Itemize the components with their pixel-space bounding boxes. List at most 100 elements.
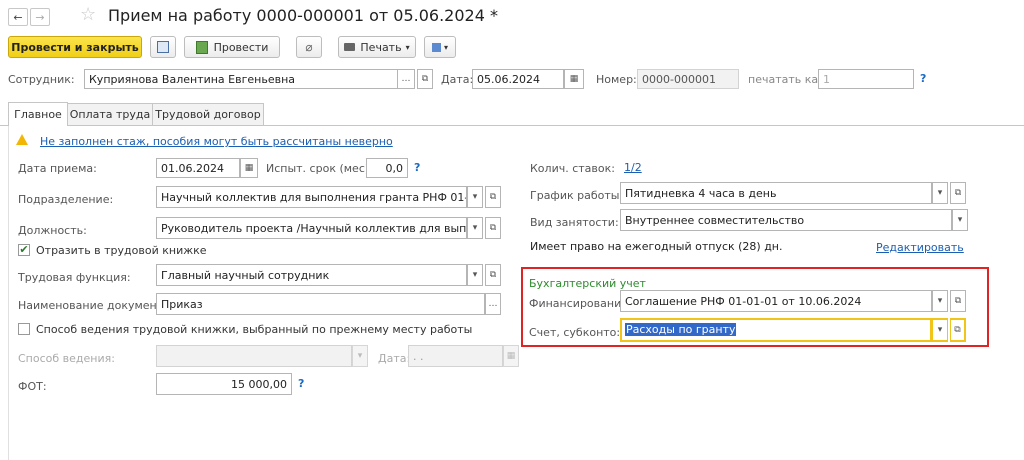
account-open-button[interactable]: ⧉ — [950, 318, 966, 342]
workbook-method-checkbox[interactable] — [18, 323, 30, 335]
position-label: Должность: — [18, 224, 87, 237]
back-button[interactable]: ← — [8, 8, 28, 26]
employment-dropdown-button[interactable]: ▾ — [952, 209, 968, 231]
doc-name-field[interactable]: Приказ — [156, 293, 485, 315]
save-button[interactable] — [150, 36, 176, 58]
chevron-down-icon: ▾ — [937, 188, 943, 198]
workbook-check-label: Отразить в трудовой книжке — [36, 244, 207, 257]
chevron-down-icon: ▾ — [472, 192, 478, 202]
fot-field[interactable]: 15 000,00 — [156, 373, 292, 395]
tab-payment[interactable]: Оплата труда — [67, 103, 153, 125]
method-label: Способ ведения: — [18, 352, 115, 365]
probation-label: Испыт. срок (мес): — [266, 162, 373, 175]
help-icon[interactable]: ? — [298, 377, 304, 390]
employee-field[interactable]: Куприянова Валентина Евгеньевна — [84, 69, 398, 89]
open-link-icon: ⧉ — [489, 270, 497, 280]
employee-open-button[interactable]: ⧉ — [417, 69, 433, 89]
calendar-icon: ▦ — [244, 163, 254, 173]
calendar-icon: ▦ — [506, 351, 516, 361]
method-date-calendar-button: ▦ — [503, 345, 519, 367]
edit-vacation-link[interactable]: Редактировать — [876, 241, 964, 254]
arrow-right-icon: → — [35, 10, 45, 24]
chevron-down-icon: ▾ — [443, 42, 448, 52]
position-dropdown-button[interactable]: ▾ — [467, 217, 483, 239]
hire-date-label: Дата приема: — [18, 162, 97, 175]
attach-button[interactable]: ⌀ — [296, 36, 322, 58]
accounting-title: Бухгалтерский учет — [529, 277, 646, 290]
open-link-icon: ⧉ — [421, 74, 429, 84]
chevron-down-icon: ▾ — [957, 215, 963, 225]
ellipsis-icon: … — [401, 74, 411, 84]
chevron-down-icon: ▾ — [937, 325, 943, 335]
tab-main[interactable]: Главное — [8, 102, 68, 126]
tab-labor-contract[interactable]: Трудовой договор — [152, 103, 264, 125]
create-based-on-icon — [431, 42, 441, 52]
schedule-dropdown-button[interactable]: ▾ — [932, 182, 948, 204]
date-calendar-button[interactable]: ▦ — [564, 69, 584, 89]
workbook-checkbox[interactable]: ✔ — [18, 244, 30, 256]
open-link-icon: ⧉ — [954, 188, 962, 198]
financing-open-button[interactable]: ⧉ — [950, 290, 966, 312]
form-left-border — [8, 125, 9, 460]
workbook-method-check-label: Способ ведения трудовой книжки, выбранны… — [36, 323, 473, 336]
department-open-button[interactable]: ⧉ — [485, 186, 501, 208]
print-as-label: печатать как: — [748, 73, 829, 86]
account-field[interactable]: Расходы по гранту — [620, 318, 932, 342]
create-based-on-button[interactable]: ▾ — [424, 36, 456, 58]
print-as-field[interactable]: 1 — [818, 69, 914, 89]
position-field[interactable]: Руководитель проекта /Научный коллектив … — [156, 217, 467, 239]
doc-name-select-button[interactable]: … — [485, 293, 501, 315]
schedule-field[interactable]: Пятидневка 4 часа в день — [620, 182, 932, 204]
number-label: Номер: — [596, 73, 637, 86]
financing-dropdown-button[interactable]: ▾ — [932, 290, 948, 312]
print-button[interactable]: Печать ▾ — [338, 36, 416, 58]
tab-panel-border — [0, 125, 1024, 126]
open-link-icon: ⧉ — [954, 325, 961, 335]
schedule-open-button[interactable]: ⧉ — [950, 182, 966, 204]
post-button-label: Провести — [213, 40, 269, 54]
probation-field[interactable]: 0,0 — [366, 158, 408, 178]
method-field — [156, 345, 352, 367]
labor-function-dropdown-button[interactable]: ▾ — [467, 264, 483, 286]
warning-icon — [16, 134, 28, 145]
department-field[interactable]: Научный коллектив для выполнения гранта … — [156, 186, 467, 208]
post-and-close-button[interactable]: Провести и закрыть — [8, 36, 142, 58]
open-link-icon: ⧉ — [489, 223, 497, 233]
calendar-icon: ▦ — [569, 74, 579, 84]
hire-date-field[interactable]: 01.06.2024 — [156, 158, 240, 178]
post-button[interactable]: Провести — [184, 36, 280, 58]
labor-function-field[interactable]: Главный научный сотрудник — [156, 264, 467, 286]
rates-link[interactable]: 1/2 — [624, 161, 642, 174]
ellipsis-icon: … — [488, 299, 498, 309]
favorite-star-icon[interactable]: ☆ — [80, 4, 96, 25]
help-icon[interactable]: ? — [920, 72, 926, 85]
employment-label: Вид занятости: — [530, 216, 619, 229]
employment-field[interactable]: Внутреннее совместительство — [620, 209, 952, 231]
hire-date-calendar-button[interactable]: ▦ — [240, 158, 258, 178]
department-dropdown-button[interactable]: ▾ — [467, 186, 483, 208]
forward-button[interactable]: → — [30, 8, 50, 26]
schedule-label: График работы: — [530, 189, 624, 202]
doc-name-label: Наименование документа: — [18, 299, 174, 312]
method-date-label: Дата: — [378, 352, 411, 365]
number-field: 0000-000001 — [637, 69, 739, 89]
employee-select-button[interactable]: … — [397, 69, 415, 89]
help-icon[interactable]: ? — [414, 161, 420, 174]
paperclip-icon: ⌀ — [305, 40, 313, 54]
fot-label: ФОТ: — [18, 380, 47, 393]
page-title: Прием на работу 0000-000001 от 05.06.202… — [108, 6, 498, 25]
account-selected-text: Расходы по гранту — [625, 323, 737, 336]
employee-label: Сотрудник: — [8, 73, 75, 86]
account-label: Счет, субконто: — [529, 326, 621, 339]
account-dropdown-button[interactable]: ▾ — [932, 318, 948, 342]
financing-field[interactable]: Соглашение РНФ 01-01-01 от 10.06.2024 — [620, 290, 932, 312]
method-dropdown-button: ▾ — [352, 345, 368, 367]
chevron-down-icon: ▾ — [472, 223, 478, 233]
open-link-icon: ⧉ — [489, 192, 497, 202]
date-field[interactable]: 05.06.2024 — [472, 69, 564, 89]
save-icon — [157, 41, 169, 53]
position-open-button[interactable]: ⧉ — [485, 217, 501, 239]
warning-link[interactable]: Не заполнен стаж, пособия могут быть рас… — [40, 135, 393, 148]
financing-label: Финансирование: — [529, 297, 632, 310]
labor-function-open-button[interactable]: ⧉ — [485, 264, 501, 286]
